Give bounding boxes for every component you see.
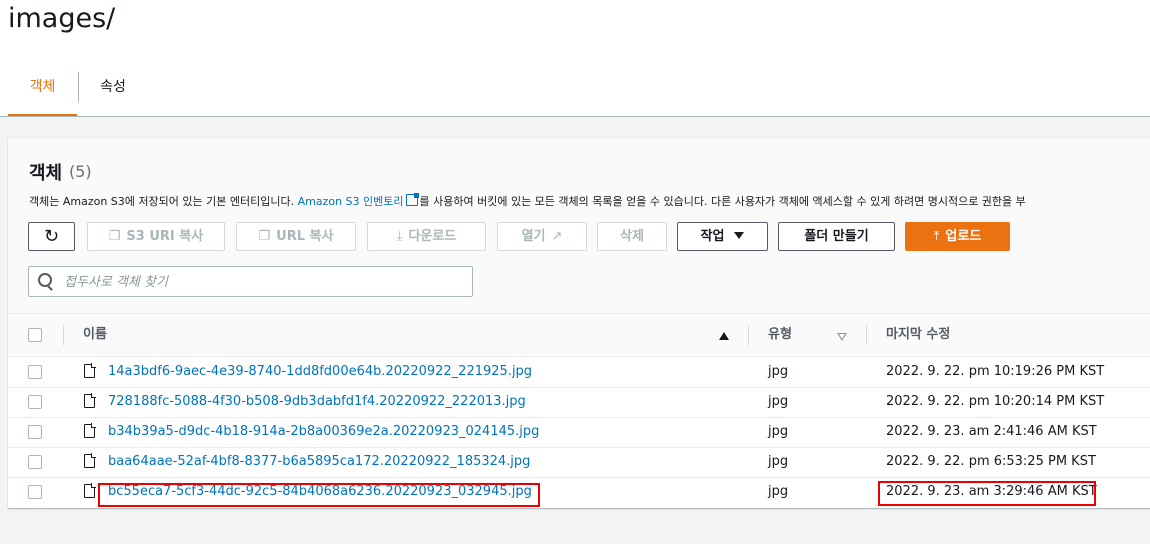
folder-title: images/ xyxy=(8,3,116,34)
delete-button[interactable]: 삭제 xyxy=(597,222,667,251)
column-divider xyxy=(748,325,749,345)
table-row: 728188fc-5088-4f30-b508-9db3dabfd1f4.202… xyxy=(8,387,1150,418)
sort-ascending-icon[interactable] xyxy=(719,332,729,340)
panel-description: 객체는 Amazon S3에 저장되어 있는 기본 엔터티입니다. Amazon… xyxy=(29,193,1026,209)
search-icon xyxy=(38,273,52,287)
object-last-modified: 2022. 9. 22. pm 10:19:26 PM KST xyxy=(886,364,1105,379)
upload-button[interactable]: ⤒ 업로드 xyxy=(905,222,1010,251)
object-name-link[interactable]: 14a3bdf6-9aec-4e39-8740-1dd8fd00e64b.202… xyxy=(108,364,532,379)
copy-url-button[interactable]: ❐ URL 복사 xyxy=(236,222,356,251)
row-checkbox[interactable] xyxy=(28,425,42,439)
object-last-modified: 2022. 9. 22. pm 6:53:25 PM KST xyxy=(886,454,1096,469)
object-type: jpg xyxy=(768,484,789,499)
inventory-link[interactable]: Amazon S3 인벤토리 xyxy=(298,193,420,208)
file-icon xyxy=(84,393,96,408)
file-icon xyxy=(84,363,96,378)
open-button[interactable]: 열기 ↗ xyxy=(497,222,587,251)
objects-panel: 객체 (5) 객체는 Amazon S3에 저장되어 있는 기본 엔터티입니다.… xyxy=(8,137,1150,508)
object-type: jpg xyxy=(768,364,789,379)
tab-properties[interactable]: 속성 xyxy=(86,68,140,114)
refresh-icon: ↻ xyxy=(43,226,60,247)
file-icon xyxy=(84,423,96,438)
file-icon xyxy=(84,483,96,498)
object-count: (5) xyxy=(69,162,92,181)
highlight-box-date xyxy=(878,481,1096,506)
external-link-icon: ↗ xyxy=(551,229,563,244)
column-name[interactable]: 이름 xyxy=(83,314,107,356)
object-type: jpg xyxy=(768,394,789,409)
upload-icon: ⤒ xyxy=(933,229,940,244)
column-type[interactable]: 유형 xyxy=(768,314,792,356)
page-header: images/ 객체 속성 xyxy=(0,0,1150,117)
object-name-link[interactable]: b34b39a5-d9dc-4b18-914a-2b8a00369e2a.202… xyxy=(108,424,539,439)
column-divider xyxy=(63,325,64,345)
object-type: jpg xyxy=(768,424,789,439)
object-name-link[interactable]: 728188fc-5088-4f30-b508-9db3dabfd1f4.202… xyxy=(108,394,526,409)
external-link-icon xyxy=(405,193,419,206)
column-last-modified[interactable]: 마지막 수정 xyxy=(886,314,950,356)
table-row: 14a3bdf6-9aec-4e39-8740-1dd8fd00e64b.202… xyxy=(8,357,1150,388)
refresh-button[interactable]: ↻ xyxy=(28,222,75,251)
download-icon: ⤓ xyxy=(396,229,403,244)
download-button[interactable]: ⤓ 다운로드 xyxy=(367,222,486,251)
object-name-link[interactable]: baa64aae-52af-4bf8-8377-b6a5895ca172.202… xyxy=(108,454,530,469)
description-text: 객체는 Amazon S3에 저장되어 있는 기본 엔터티입니다. xyxy=(29,195,298,208)
column-divider xyxy=(866,325,867,345)
table-row: b34b39a5-d9dc-4b18-914a-2b8a00369e2a.202… xyxy=(8,417,1150,448)
object-search xyxy=(28,266,473,297)
object-last-modified: 2022. 9. 23. am 2:41:46 AM KST xyxy=(886,424,1097,439)
sort-descending-icon[interactable] xyxy=(837,333,847,341)
object-last-modified: 2022. 9. 22. pm 10:20:14 PM KST xyxy=(886,394,1105,409)
caret-down-icon xyxy=(734,232,745,239)
tab-objects[interactable]: 객체 xyxy=(8,68,77,117)
table-header: 이름 유형 마지막 수정 xyxy=(8,314,1150,357)
row-checkbox[interactable] xyxy=(28,395,42,409)
table-row: baa64aae-52af-4bf8-8377-b6a5895ca172.202… xyxy=(8,447,1150,478)
file-icon xyxy=(84,453,96,468)
panel-title: 객체 xyxy=(29,163,63,184)
create-folder-button[interactable]: 폴더 만들기 xyxy=(778,222,895,251)
description-text-rest: 를 사용하여 버킷에 있는 모든 객체의 목록을 얻을 수 있습니다. 다른 사… xyxy=(419,195,1026,208)
select-all-checkbox[interactable] xyxy=(28,328,42,342)
row-checkbox[interactable] xyxy=(28,365,42,379)
tab-underline xyxy=(0,116,1150,117)
copy-icon: ❐ xyxy=(258,229,271,244)
object-type: jpg xyxy=(768,454,789,469)
row-checkbox[interactable] xyxy=(28,455,42,469)
row-checkbox[interactable] xyxy=(28,485,42,499)
actions-dropdown[interactable]: 작업 xyxy=(677,222,768,251)
tab-divider xyxy=(78,72,79,102)
highlight-box-name xyxy=(98,483,540,507)
objects-panel-header: 객체 (5) 객체는 Amazon S3에 저장되어 있는 기본 엔터티입니다.… xyxy=(8,138,1150,314)
search-input[interactable] xyxy=(62,271,466,294)
copy-s3-uri-button[interactable]: ❐ S3 URI 복사 xyxy=(87,222,225,251)
copy-icon: ❐ xyxy=(108,229,121,244)
